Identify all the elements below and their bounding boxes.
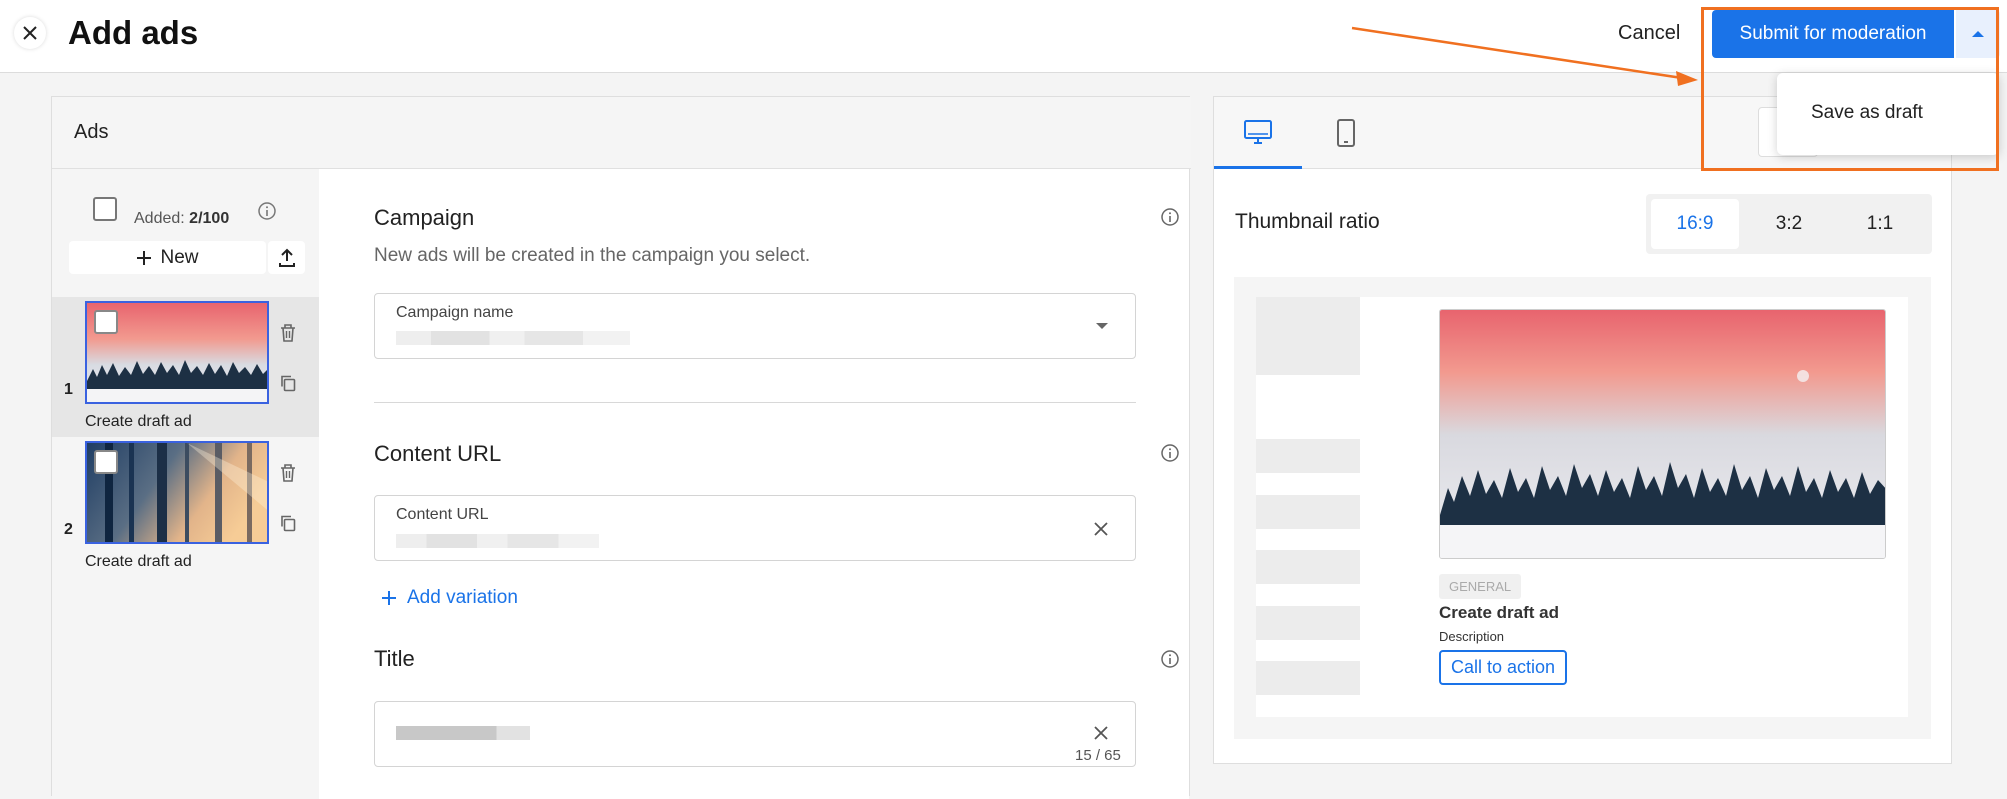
ad-index: 2 <box>64 521 73 538</box>
ratio-option-3-2[interactable]: 3:2 <box>1745 199 1833 249</box>
close-icon <box>23 26 37 40</box>
top-bar: Add ads Cancel Submit for moderation <box>0 0 2007 73</box>
submit-options-toggle[interactable] <box>1956 10 2000 58</box>
info-icon[interactable] <box>1160 649 1180 669</box>
content-url-field-label: Content URL <box>396 506 489 523</box>
placeholder-block <box>1256 297 1360 375</box>
ad-label: Create draft ad <box>85 413 192 430</box>
campaign-select[interactable]: Campaign name <box>374 293 1136 359</box>
added-value: 2/100 <box>189 210 230 227</box>
tab-mobile-preview[interactable] <box>1302 97 1390 169</box>
ad-checkbox[interactable] <box>94 450 118 474</box>
preview-ad-title: Create draft ad <box>1439 603 1559 622</box>
ads-panel-title: Ads <box>74 121 109 143</box>
plus-icon <box>382 591 396 605</box>
ad-label: Create draft ad <box>85 553 192 570</box>
added-label: Added: <box>134 210 185 227</box>
ad-row[interactable]: 1 Create draft ad <box>52 297 319 437</box>
add-variation-label: Add variation <box>407 587 518 608</box>
caret-up-icon <box>1972 31 1984 37</box>
section-divider <box>374 402 1136 403</box>
mobile-icon <box>1337 119 1355 147</box>
placeholder-block <box>1256 606 1360 640</box>
new-ad-label: New <box>160 246 199 268</box>
ad-form: Campaign New ads will be created in the … <box>319 169 1189 799</box>
content-url-section-title: Content URL <box>374 441 502 466</box>
save-as-draft-menu-item[interactable]: Save as draft <box>1811 102 1923 124</box>
content-url-field[interactable]: Content URL <box>374 495 1136 561</box>
info-icon[interactable] <box>1160 207 1180 227</box>
title-section-title: Title <box>374 646 415 671</box>
copy-icon[interactable] <box>279 374 297 392</box>
ad-checkbox[interactable] <box>94 310 118 334</box>
ad-preview-stage: GENERAL Create draft ad Description Call… <box>1234 277 1931 739</box>
preview-panel: Thumbnail ratio 16:9 3:2 1:1 GENERAL Cre… <box>1213 96 1952 764</box>
call-to-action-button[interactable]: Call to action <box>1439 650 1568 685</box>
ad-index: 1 <box>64 381 73 398</box>
thumbnail-ratio-label: Thumbnail ratio <box>1235 210 1380 233</box>
upload-icon <box>278 248 295 267</box>
preview-description: Description <box>1439 629 1505 644</box>
select-all-checkbox[interactable] <box>93 197 117 221</box>
clear-icon[interactable] <box>1094 726 1108 740</box>
campaign-hint: New ads will be created in the campaign … <box>374 245 811 266</box>
category-badge: GENERAL <box>1439 574 1522 599</box>
ads-panel: Ads Added: 2/100 New 1 Create draft ad 2… <box>51 96 1191 799</box>
submit-for-moderation-button[interactable]: Submit for moderation <box>1712 10 1954 58</box>
ad-row[interactable]: 2 Create draft ad <box>52 437 319 577</box>
upload-button[interactable] <box>268 241 305 274</box>
title-char-counter: 15 / 65 <box>1075 747 1121 764</box>
placeholder-block <box>1256 439 1360 473</box>
trash-icon[interactable] <box>279 463 297 483</box>
desktop-icon <box>1244 119 1272 144</box>
ratio-option-16-9[interactable]: 16:9 <box>1651 199 1739 249</box>
info-icon[interactable] <box>1160 443 1180 463</box>
ad-thumbnail[interactable] <box>85 441 269 544</box>
info-icon[interactable] <box>257 201 277 221</box>
cancel-button[interactable]: Cancel <box>1618 22 1680 45</box>
ad-thumbnail[interactable] <box>85 301 269 404</box>
plus-icon <box>137 250 152 265</box>
ratio-option-1-1[interactable]: 1:1 <box>1836 199 1924 249</box>
close-button[interactable] <box>14 17 46 49</box>
tab-desktop-preview[interactable] <box>1214 97 1302 169</box>
content-url-value-redacted <box>396 534 599 548</box>
ad-list: Added: 2/100 New 1 Create draft ad 2 Cre… <box>52 169 319 799</box>
campaign-value-redacted <box>396 331 630 345</box>
title-value-redacted <box>396 726 530 740</box>
campaign-section-title: Campaign <box>374 205 475 230</box>
ad-preview-card: GENERAL Create draft ad Description Call… <box>1256 297 1908 717</box>
thumbnail-ratio-selector: 16:9 3:2 1:1 <box>1646 194 1932 254</box>
copy-icon[interactable] <box>279 514 297 532</box>
page-title: Add ads <box>68 14 199 51</box>
placeholder-block <box>1256 495 1360 529</box>
clear-icon[interactable] <box>1094 522 1108 536</box>
submit-dropdown-menu: Save as draft <box>1777 73 1999 155</box>
campaign-field-label: Campaign name <box>396 304 514 321</box>
new-ad-button[interactable]: New <box>69 241 266 274</box>
trash-icon[interactable] <box>279 323 297 343</box>
ads-panel-header: Ads <box>52 97 1191 169</box>
added-count: Added: 2/100 <box>134 210 229 228</box>
placeholder-block <box>1256 550 1360 584</box>
title-field[interactable]: 15 / 65 <box>374 701 1136 767</box>
add-variation-button[interactable]: Add variation <box>381 587 518 609</box>
placeholder-block <box>1256 661 1360 695</box>
ad-preview-image <box>1439 309 1886 559</box>
dropdown-arrow-icon <box>1096 323 1108 329</box>
